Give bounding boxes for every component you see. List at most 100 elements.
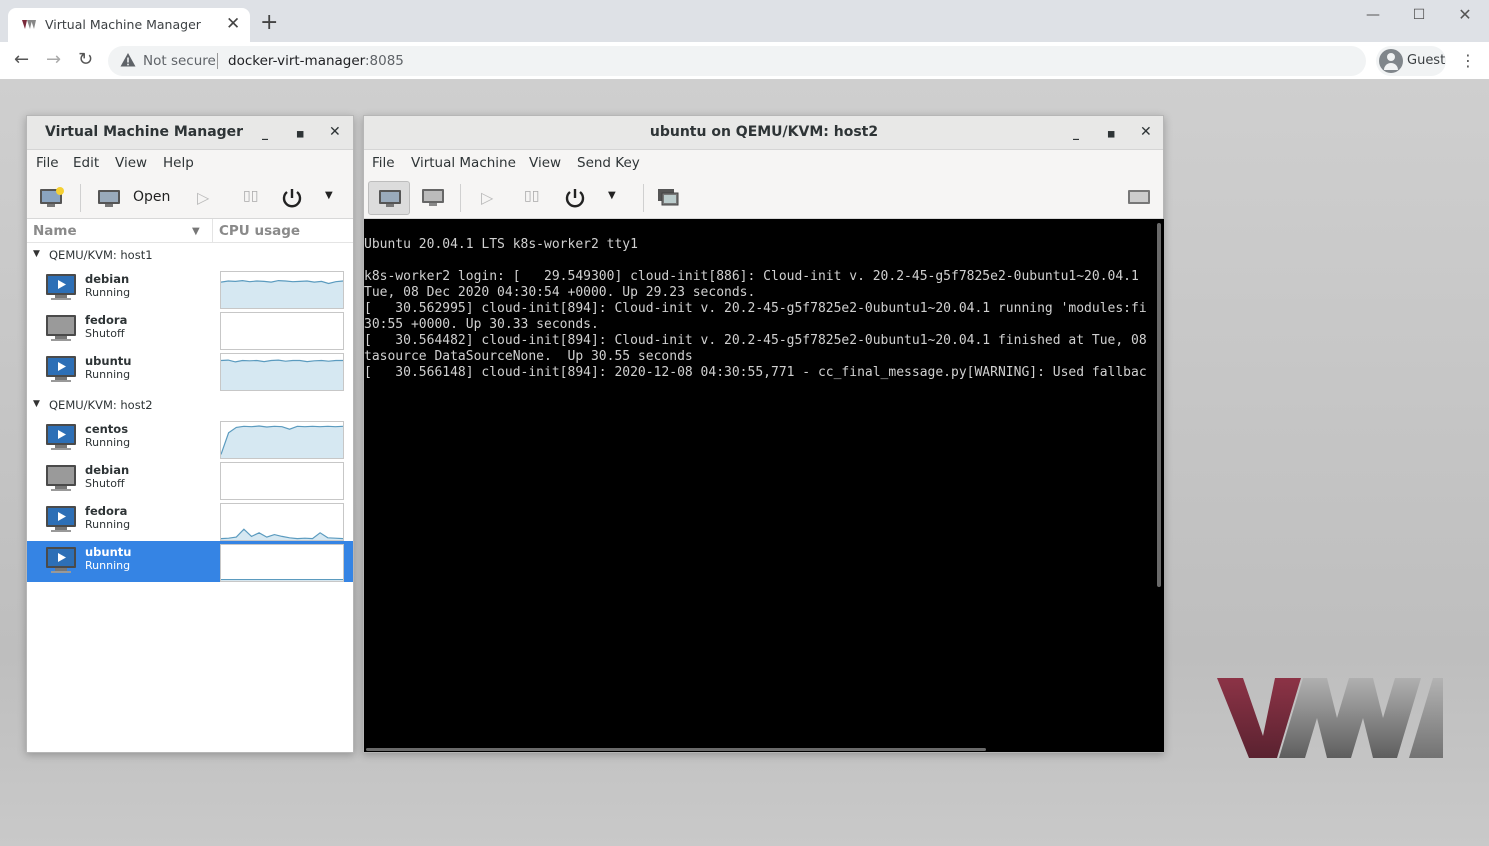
- vm-state: Running: [85, 368, 131, 381]
- vmm-favicon-icon: [22, 20, 36, 29]
- manager-toolbar: Open ▷ ▯▯ ▼: [27, 177, 353, 219]
- vm-state: Shutoff: [85, 327, 125, 340]
- menu-view[interactable]: View: [529, 155, 561, 171]
- vmm-logo-icon: [1217, 678, 1443, 758]
- close-window-icon[interactable]: ✕: [1442, 4, 1488, 26]
- cpu-usage-graph: [220, 353, 344, 391]
- cpu-usage-graph: [220, 462, 344, 500]
- vm-state: Shutoff: [85, 477, 125, 490]
- menu-edit[interactable]: Edit: [73, 155, 99, 171]
- vm-row[interactable]: fedora Running: [27, 500, 353, 541]
- sort-arrow-icon[interactable]: ▼: [192, 226, 200, 237]
- minimize-icon[interactable]: _: [1073, 125, 1079, 141]
- new-vm-icon[interactable]: [39, 187, 65, 209]
- column-divider: [212, 219, 213, 243]
- reload-icon[interactable]: ↻: [78, 50, 93, 70]
- power-dropdown-icon[interactable]: ▼: [325, 190, 333, 201]
- vm-state: Running: [85, 559, 131, 572]
- manager-menubar: File Edit View Help: [27, 150, 353, 177]
- menu-send-key[interactable]: Send Key: [577, 155, 640, 171]
- vm-name: ubuntu: [85, 354, 132, 368]
- manager-window: Virtual Machine Manager _ ◼ ✕ File Edit …: [26, 115, 354, 753]
- vertical-scrollbar[interactable]: [1157, 223, 1161, 587]
- maximize-icon[interactable]: ◼: [1107, 127, 1115, 143]
- vm-name: ubuntu: [85, 545, 132, 559]
- back-icon[interactable]: ←: [14, 50, 29, 70]
- cpu-usage-graph: [220, 421, 344, 459]
- vm-row[interactable]: debian Running: [27, 268, 353, 309]
- vm-row[interactable]: debian Shutoff: [27, 459, 353, 500]
- omnibox[interactable]: Not secure docker-virt-manager:8085: [108, 46, 1366, 76]
- horizontal-scrollbar[interactable]: [366, 748, 986, 751]
- power-icon[interactable]: [564, 187, 586, 209]
- console-window: ubuntu on QEMU/KVM: host2 _ ◼ ✕ File Vir…: [363, 115, 1164, 753]
- vm-row[interactable]: centos Running: [27, 418, 353, 459]
- open-button[interactable]: Open: [133, 189, 170, 205]
- close-icon[interactable]: ✕: [1140, 124, 1152, 140]
- vm-row[interactable]: ubuntu Running: [27, 541, 353, 582]
- more-menu-icon[interactable]: ⋮: [1460, 51, 1476, 71]
- toolbar-separator: [80, 184, 81, 212]
- cpu-usage-graph: [220, 503, 344, 541]
- cpu-usage-graph: [220, 271, 344, 309]
- console-titlebar[interactable]: ubuntu on QEMU/KVM: host2 _ ◼ ✕: [364, 116, 1163, 150]
- menu-virtual-machine[interactable]: Virtual Machine: [411, 155, 516, 171]
- new-tab-icon[interactable]: +: [260, 12, 278, 34]
- vm-name: fedora: [85, 504, 128, 518]
- vm-row[interactable]: ubuntu Running: [27, 350, 353, 391]
- expander-arrow-icon[interactable]: ▼: [33, 399, 40, 409]
- power-icon[interactable]: [281, 187, 303, 209]
- menu-file[interactable]: File: [372, 155, 395, 171]
- menu-help[interactable]: Help: [163, 155, 194, 171]
- cpu-sparkline: [221, 425, 343, 458]
- menu-file[interactable]: File: [36, 155, 59, 171]
- vm-name: debian: [85, 272, 130, 286]
- vm-name: centos: [85, 422, 129, 436]
- profile-button[interactable]: Guest: [1376, 46, 1446, 76]
- vm-console-screen[interactable]: Ubuntu 20.04.1 LTS k8s-worker2 tty1 k8s-…: [364, 219, 1164, 752]
- cpu-sparkline: [221, 279, 343, 308]
- omnibox-divider: [217, 53, 218, 69]
- console-view-button[interactable]: [368, 181, 410, 215]
- power-dropdown-icon[interactable]: ▼: [608, 190, 616, 201]
- monitor-icon: [379, 190, 401, 207]
- pause-icon[interactable]: ▯▯: [524, 188, 539, 204]
- vm-name: fedora: [85, 313, 128, 327]
- profile-label: Guest: [1407, 53, 1446, 68]
- details-view-icon[interactable]: [421, 188, 445, 208]
- cpu-usage-graph: [220, 544, 344, 582]
- minimize-icon[interactable]: —: [1350, 4, 1396, 26]
- cpu-column-header[interactable]: CPU usage: [219, 223, 300, 239]
- security-label[interactable]: Not secure: [143, 53, 216, 69]
- tab-close-icon[interactable]: ✕: [226, 14, 240, 34]
- url-text[interactable]: docker-virt-manager:8085: [228, 53, 404, 69]
- vm-row[interactable]: fedora Shutoff: [27, 309, 353, 350]
- expander-arrow-icon[interactable]: ▼: [33, 249, 40, 259]
- vm-monitor-icon: [46, 356, 76, 382]
- minimize-icon[interactable]: _: [262, 125, 268, 141]
- name-column-header[interactable]: Name: [33, 223, 77, 239]
- avatar-icon: [1379, 49, 1403, 73]
- monitor-icon: [98, 190, 120, 207]
- menu-view[interactable]: View: [115, 155, 147, 171]
- pause-icon[interactable]: ▯▯: [243, 188, 258, 204]
- cpu-sparkline: [221, 528, 343, 540]
- snapshots-icon[interactable]: [657, 188, 679, 208]
- host-group[interactable]: ▼ QEMU/KVM: host2: [27, 395, 353, 417]
- browser-tab[interactable]: Virtual Machine Manager ✕: [8, 8, 250, 42]
- maximize-icon[interactable]: ◼: [296, 127, 304, 143]
- run-icon[interactable]: ▷: [481, 188, 493, 207]
- fullscreen-icon[interactable]: [1127, 189, 1151, 207]
- remote-desktop: Virtual Machine Manager _ ◼ ✕ File Edit …: [0, 80, 1489, 846]
- toolbar-separator: [643, 184, 644, 212]
- vm-monitor-icon: [46, 424, 76, 450]
- console-output: Ubuntu 20.04.1 LTS k8s-worker2 tty1 k8s-…: [364, 237, 1147, 380]
- maximize-icon[interactable]: ☐: [1396, 4, 1442, 26]
- run-icon[interactable]: ▷: [197, 188, 209, 207]
- manager-titlebar[interactable]: Virtual Machine Manager _ ◼ ✕: [27, 116, 353, 150]
- close-icon[interactable]: ✕: [329, 124, 341, 140]
- vm-monitor-icon: [46, 506, 76, 532]
- forward-icon[interactable]: →: [46, 50, 61, 70]
- host-group[interactable]: ▼ QEMU/KVM: host1: [27, 245, 353, 267]
- vm-name: debian: [85, 463, 130, 477]
